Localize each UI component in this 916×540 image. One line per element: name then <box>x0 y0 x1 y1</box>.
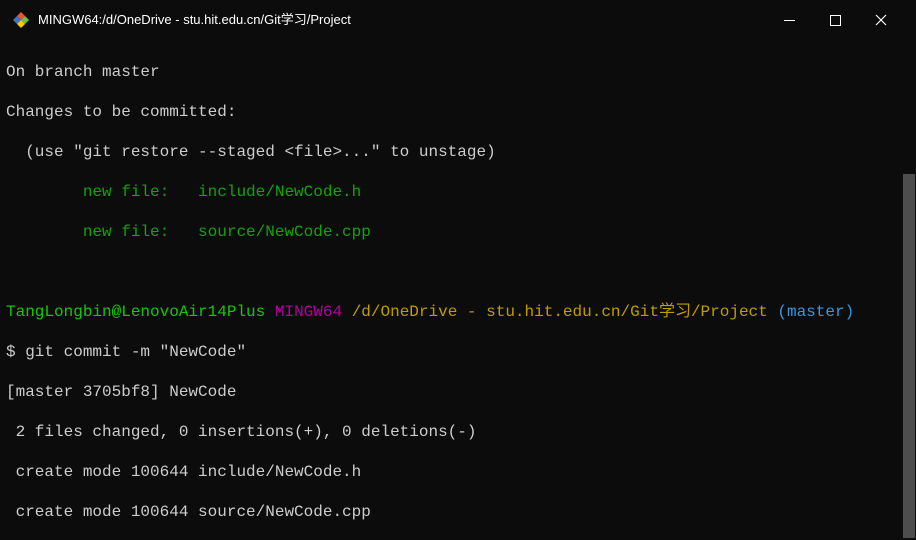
scrollbar[interactable] <box>903 42 915 538</box>
output-line: Changes to be committed: <box>6 102 910 122</box>
output-line: [master 3705bf8] NewCode <box>6 382 910 402</box>
window-title: MINGW64:/d/OneDrive - stu.hit.edu.cn/Git… <box>38 12 766 28</box>
terminal-area[interactable]: On branch master Changes to be committed… <box>0 40 916 540</box>
git-diamond-icon <box>12 11 30 29</box>
output-line: create mode 100644 source/NewCode.cpp <box>6 502 910 522</box>
scrollbar-thumb[interactable] <box>903 174 915 538</box>
prompt-env: MINGW64 <box>275 303 342 321</box>
blank-line <box>6 262 910 282</box>
output-line: create mode 100644 include/NewCode.h <box>6 462 910 482</box>
output-line: new file: include/NewCode.h <box>6 182 910 202</box>
prompt-line: TangLongbin@LenovoAir14Plus MINGW64 /d/O… <box>6 302 910 322</box>
prompt-user: TangLongbin@LenovoAir14Plus <box>6 303 265 321</box>
output-line: new file: source/NewCode.cpp <box>6 222 910 242</box>
output-line: On branch master <box>6 62 910 82</box>
prompt-path: /d/OneDrive - stu.hit.edu.cn/Git学习/Proje… <box>352 303 768 321</box>
window-controls <box>766 4 908 36</box>
titlebar: MINGW64:/d/OneDrive - stu.hit.edu.cn/Git… <box>0 0 916 40</box>
maximize-button[interactable] <box>812 4 858 36</box>
prompt-branch: (master) <box>768 303 854 321</box>
command-line: $ git commit -m "NewCode" <box>6 342 910 362</box>
close-button[interactable] <box>858 4 904 36</box>
output-line: (use "git restore --staged <file>..." to… <box>6 142 910 162</box>
output-line: 2 files changed, 0 insertions(+), 0 dele… <box>6 422 910 442</box>
minimize-button[interactable] <box>766 4 812 36</box>
